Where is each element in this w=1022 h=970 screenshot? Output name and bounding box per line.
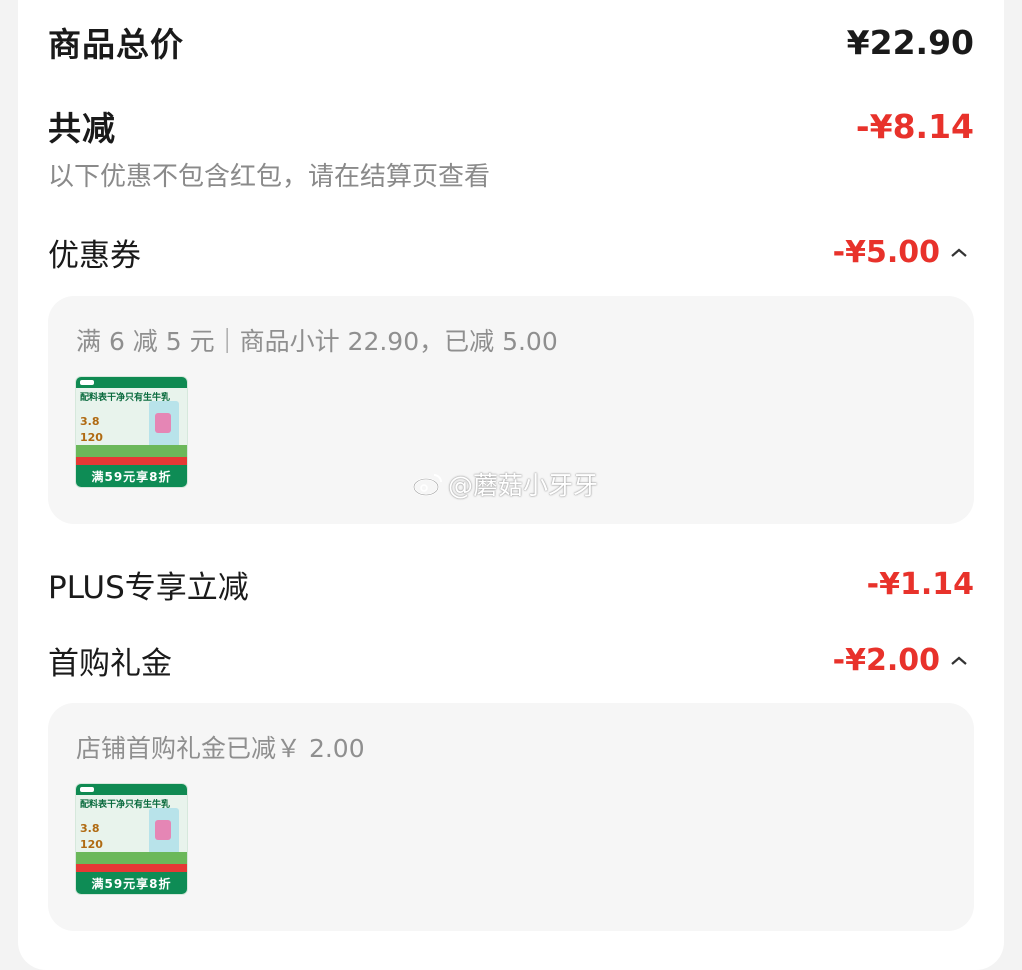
gift-product-thumbnail[interactable]: 配料表干净只有生牛乳 3.8 120 满59元享8折 xyxy=(75,783,188,895)
milk-carton-icon xyxy=(149,808,179,856)
total-price-row: 商品总价 ¥22.90 xyxy=(48,18,974,66)
coupon-product-thumbnail[interactable]: 配料表干净只有生牛乳 3.8 120 满59元享8折 xyxy=(75,376,188,488)
discount-note: 以下优惠不包含红包，请在结算页查看 xyxy=(48,162,491,192)
chevron-up-icon[interactable] xyxy=(944,651,974,671)
thumb-promo-text: 满59元享8折 xyxy=(76,465,187,487)
gift-label: 首购礼金 xyxy=(48,646,172,682)
total-price-label: 商品总价 xyxy=(48,25,184,64)
gift-detail-text: 店铺首购礼金已减￥ 2.00 xyxy=(76,734,365,763)
promo-strip xyxy=(76,457,187,465)
gift-value-group[interactable]: -¥2.00 xyxy=(833,643,974,678)
total-discount-value: -¥8.14 xyxy=(855,106,974,146)
plus-value: -¥1.14 xyxy=(866,567,974,602)
watermark: @蘑菇小牙牙 xyxy=(412,466,598,502)
coupon-row[interactable]: 优惠券 -¥5.00 xyxy=(48,230,974,275)
milk-carton-icon xyxy=(149,401,179,449)
brand-logo-icon xyxy=(76,377,187,388)
promo-strip xyxy=(76,864,187,872)
first-purchase-gift-row[interactable]: 首购礼金 -¥2.00 xyxy=(48,638,974,683)
chevron-up-icon[interactable] xyxy=(944,243,974,263)
plus-label: PLUS专享立减 xyxy=(48,570,249,606)
plus-row: PLUS专享立减 -¥1.14 xyxy=(48,562,974,607)
thumb-stats: 3.8 120 xyxy=(80,415,103,444)
gift-value: -¥2.00 xyxy=(832,643,940,678)
watermark-text: @蘑菇小牙牙 xyxy=(448,471,599,500)
gift-detail-panel: 店铺首购礼金已减￥ 2.00 配料表干净只有生牛乳 3.8 120 满59元享8… xyxy=(48,703,974,931)
coupon-detail-text: 满 6 减 5 元｜商品小计 22.90，已减 5.00 xyxy=(76,327,558,356)
coupon-label: 优惠券 xyxy=(48,238,141,274)
total-price-value: ¥22.90 xyxy=(846,22,974,62)
thumb-promo-text: 满59元享8折 xyxy=(76,872,187,894)
total-discount-row: 共减 -¥8.14 xyxy=(48,102,974,150)
thumb-stats: 3.8 120 xyxy=(80,822,103,851)
coupon-value-group[interactable]: -¥5.00 xyxy=(833,235,974,270)
brand-logo-icon xyxy=(76,784,187,795)
weibo-icon xyxy=(413,474,442,496)
coupon-value: -¥5.00 xyxy=(832,235,940,270)
total-discount-label: 共减 xyxy=(48,109,116,148)
